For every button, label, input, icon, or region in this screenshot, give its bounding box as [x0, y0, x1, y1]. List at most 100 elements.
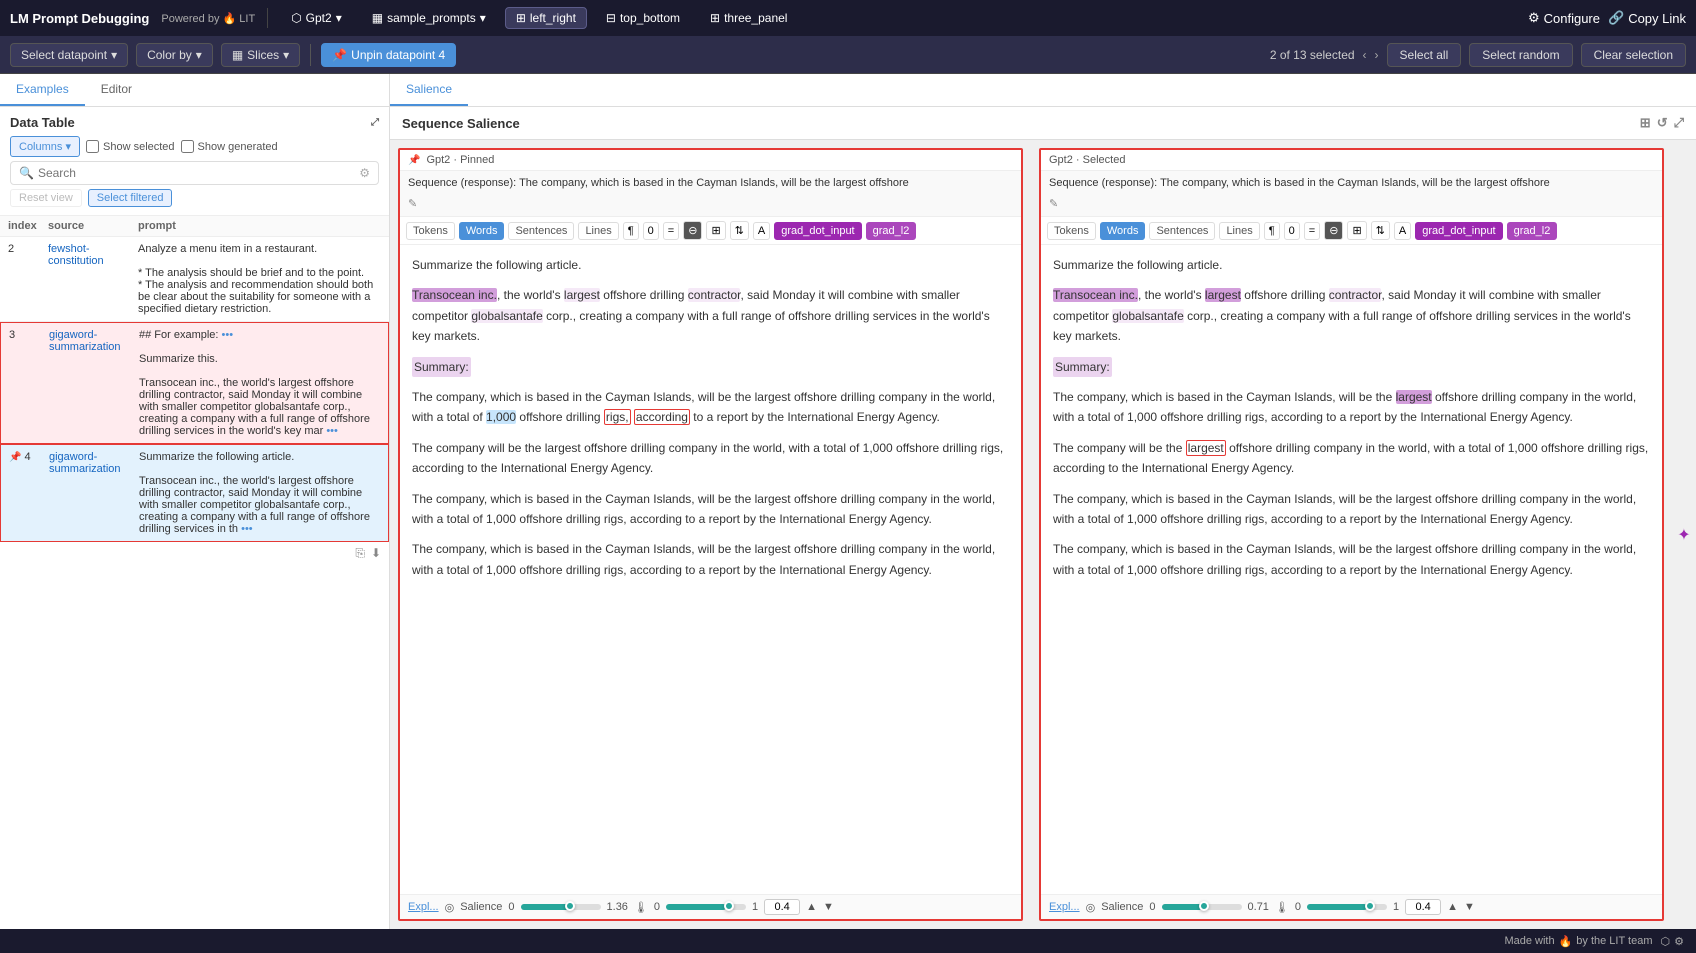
github-icon[interactable]: ⬡	[1661, 935, 1671, 948]
model-selector[interactable]: ⬡ Gpt2 ▾	[280, 7, 353, 29]
highlight-according: according	[634, 409, 690, 425]
table-row[interactable]: 3 gigaword-summarization ## For example:…	[0, 322, 389, 444]
expl-label[interactable]: Expl...	[408, 901, 439, 913]
show-generated-checkbox[interactable]: Show generated	[181, 140, 278, 153]
grid-icon-sm[interactable]: ⊞	[706, 221, 725, 240]
select-random-btn[interactable]: Select random	[1469, 43, 1572, 67]
edit-icon[interactable]: ✎	[408, 198, 417, 210]
selected-body-para-3: The company will be the largest offshore…	[1053, 438, 1650, 479]
tokens-btn[interactable]: Tokens	[1047, 222, 1096, 240]
selected-model-header: Gpt2 · Selected	[1041, 150, 1662, 171]
table-row-pinned[interactable]: 📌 4 gigaword-summarization Summarize the…	[0, 444, 389, 542]
temp-bar-thumb[interactable]	[724, 901, 734, 911]
text-icon[interactable]: A	[1394, 222, 1411, 240]
slices-icon: ▦	[232, 48, 243, 62]
temp-input[interactable]	[764, 899, 800, 915]
reset-view-btn[interactable]: Reset view	[10, 189, 82, 207]
align-icon[interactable]: =	[1304, 222, 1320, 240]
dataset-selector[interactable]: ▦ sample_prompts ▾	[361, 7, 497, 29]
clear-selection-btn[interactable]: Clear selection	[1581, 43, 1686, 67]
fullscreen-icon[interactable]: ⤢	[1674, 115, 1684, 131]
num-icon-1[interactable]: ¶	[1264, 222, 1280, 240]
num-zero-r: 0	[1295, 901, 1301, 913]
lines-btn[interactable]: Lines	[1219, 222, 1259, 240]
num-icon-0[interactable]: 0	[1284, 222, 1300, 240]
expand-icon[interactable]: ⤢	[371, 117, 379, 128]
grad-dot-input-btn[interactable]: grad_dot_input	[774, 222, 861, 240]
grid-icon-sm[interactable]: ⊞	[1347, 221, 1366, 240]
select-all-btn[interactable]: Select all	[1387, 43, 1462, 67]
temp-bar-track	[666, 904, 746, 910]
salience-bar-thumb[interactable]	[565, 901, 575, 911]
salience-icon-r: ◎	[1086, 901, 1096, 914]
layout-lr-label: left_right	[530, 11, 576, 25]
pinned-model-footer: Expl... ◎ Salience 0 1.36 🌡 0	[400, 894, 1021, 919]
salience-label: Salience	[460, 901, 502, 913]
color-by-btn[interactable]: Color by ▾	[136, 43, 213, 67]
sentences-btn[interactable]: Sentences	[508, 222, 574, 240]
edit-icon[interactable]: ✎	[1049, 198, 1058, 210]
sentences-btn[interactable]: Sentences	[1149, 222, 1215, 240]
salience-bar-fill-r	[1162, 904, 1202, 910]
configure-button[interactable]: ⚙ Configure	[1528, 10, 1600, 26]
grad-dot-input-btn[interactable]: grad_dot_input	[1415, 222, 1502, 240]
text-icon[interactable]: A	[753, 222, 770, 240]
expand-dots[interactable]: •••	[326, 425, 338, 437]
salience-value: 0	[508, 901, 514, 913]
grad-l2-btn[interactable]: grad_l2	[866, 222, 917, 240]
tab-editor[interactable]: Editor	[85, 74, 148, 106]
ellipsis-icon[interactable]: •••	[222, 329, 234, 341]
temp-input-r[interactable]	[1405, 899, 1441, 915]
num-icon-1[interactable]: ¶	[623, 222, 639, 240]
num-icon-0[interactable]: 0	[643, 222, 659, 240]
copy-link-button[interactable]: 🔗 Copy Link	[1608, 10, 1686, 26]
refresh-icon[interactable]: ↺	[1657, 115, 1668, 131]
table-row[interactable]: 2 fewshot-constitution Analyze a menu it…	[0, 237, 389, 322]
unpin-btn[interactable]: 📌 Unpin datapoint 4	[321, 43, 456, 67]
grad-l2-btn[interactable]: grad_l2	[1507, 222, 1558, 240]
lines-btn[interactable]: Lines	[578, 222, 618, 240]
salience-bar-thumb-r[interactable]	[1199, 901, 1209, 911]
arrows-icon[interactable]: ⇅	[1371, 221, 1390, 240]
layout-top-bottom[interactable]: ⊟ top_bottom	[595, 7, 691, 29]
salience-max-r: 0.71	[1248, 901, 1269, 913]
slices-btn[interactable]: ▦ Slices ▾	[221, 43, 300, 67]
nav-separator	[267, 8, 268, 28]
select-datapoint-btn[interactable]: Select datapoint ▾	[10, 43, 128, 67]
select-filtered-btn[interactable]: Select filtered	[88, 189, 173, 207]
right-tabs: Salience	[390, 74, 1696, 107]
show-selected-checkbox[interactable]: Show selected	[86, 140, 175, 153]
search-bar: 🔍 ⚙	[10, 161, 379, 185]
footer-fire-icon: 🔥	[1559, 935, 1573, 948]
tab-salience[interactable]: Salience	[390, 74, 468, 106]
tokens-btn[interactable]: Tokens	[406, 222, 455, 240]
arrows-icon[interactable]: ⇅	[730, 221, 749, 240]
grid-icon[interactable]: ⊞	[1640, 115, 1651, 131]
spinner-up-r[interactable]: ▲	[1447, 901, 1458, 913]
tab-examples[interactable]: Examples	[0, 74, 85, 106]
layout-left-right[interactable]: ⊞ left_right	[505, 7, 587, 29]
model-panel-selected: Gpt2 · Selected Sequence (response): The…	[1039, 148, 1664, 921]
align-icon[interactable]: =	[663, 222, 679, 240]
spinner-down[interactable]: ▼	[823, 901, 834, 913]
col-index: index	[8, 220, 48, 232]
spinner-up[interactable]: ▲	[806, 901, 817, 913]
highlight-largest: largest	[564, 288, 600, 302]
download-icon[interactable]: ⬇	[371, 546, 381, 561]
pinned-body-para-2: The company, which is based in the Cayma…	[412, 387, 1009, 428]
words-btn[interactable]: Words	[1100, 222, 1146, 240]
words-btn[interactable]: Words	[459, 222, 505, 240]
search-input[interactable]	[38, 166, 355, 180]
temp-bar-thumb-r[interactable]	[1365, 901, 1375, 911]
layout-three-panel[interactable]: ⊞ three_panel	[699, 7, 798, 29]
expand-dots[interactable]: •••	[241, 523, 253, 535]
columns-btn[interactable]: Columns ▾	[10, 136, 80, 157]
settings-icon[interactable]: ⚙	[359, 166, 370, 180]
settings-footer-icon[interactable]: ⚙	[1674, 935, 1684, 948]
chevron-left-icon: ‹	[1363, 48, 1367, 62]
copy-icon[interactable]: ⎘	[355, 546, 365, 561]
spinner-down-r[interactable]: ▼	[1464, 901, 1475, 913]
minus-circle-icon[interactable]: ⊖	[1324, 221, 1343, 240]
minus-circle-icon[interactable]: ⊖	[683, 221, 702, 240]
expl-label-r[interactable]: Expl...	[1049, 901, 1080, 913]
